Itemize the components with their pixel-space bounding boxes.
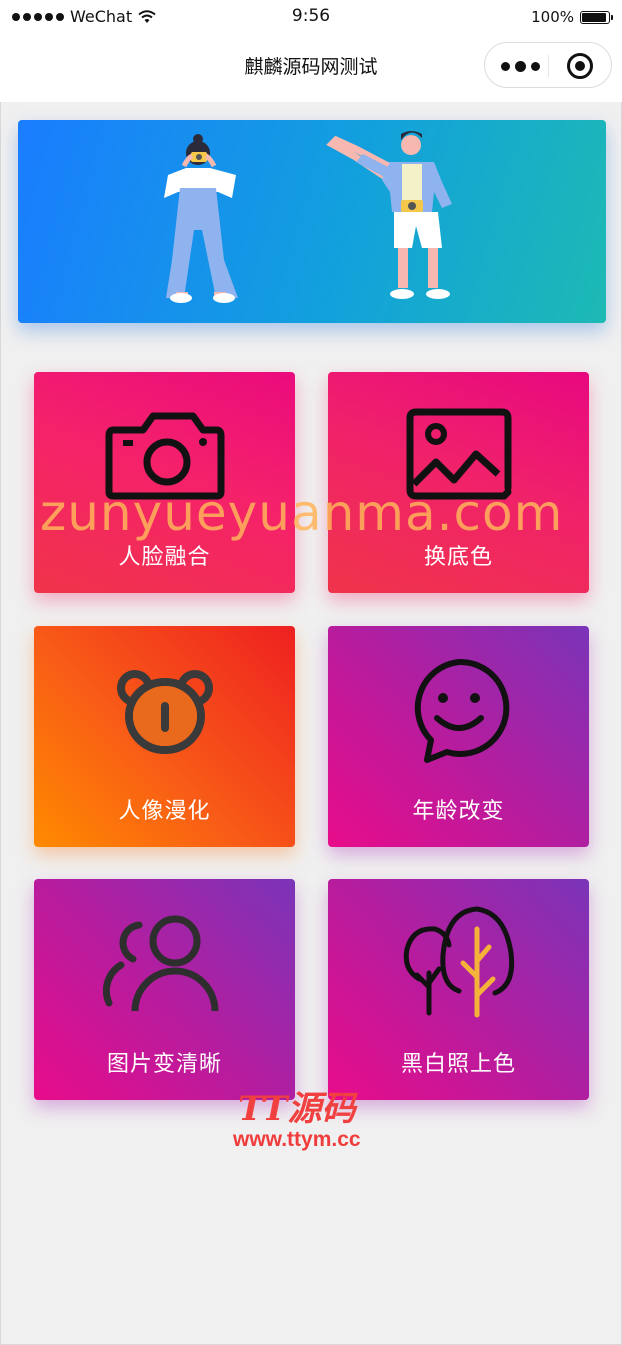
- feature-label: 换底色: [423, 545, 493, 570]
- feature-card-portrait-cartoon[interactable]: 人像漫化: [34, 626, 295, 847]
- navigation-bar: 麒麟源码网测试: [0, 32, 622, 102]
- banner-illustration: [164, 131, 452, 303]
- capsule-divider: [548, 55, 549, 77]
- feature-label: 年龄改变: [412, 799, 505, 824]
- close-mini-program-icon[interactable]: [567, 53, 593, 79]
- feature-label: 黑白照上色: [400, 1052, 516, 1077]
- mini-program-capsule: [484, 42, 612, 88]
- banner[interactable]: [18, 120, 606, 323]
- feature-label: 图片变清晰: [106, 1052, 222, 1077]
- watermark-overlay: zunyueyuanma.com: [40, 484, 564, 542]
- watermark-logo-url: www.ttym.cc: [233, 1128, 361, 1151]
- more-options-icon[interactable]: [501, 59, 549, 73]
- feature-card-change-background[interactable]: 换底色: [328, 372, 589, 593]
- battery-percent: 100%: [531, 8, 574, 26]
- girl-figure: [164, 134, 238, 303]
- bear-face-icon: [116, 670, 213, 754]
- users-icon: [102, 915, 218, 1012]
- trees-icon: [403, 906, 514, 1018]
- feature-card-face-merge[interactable]: 人脸融合: [34, 372, 295, 593]
- feature-card-colorize-photo[interactable]: 黑白照上色: [328, 879, 589, 1100]
- feature-label: 人像漫化: [118, 799, 211, 824]
- battery-icon: [580, 10, 613, 24]
- smiley-chat-icon: [414, 658, 509, 763]
- feature-card-age-change[interactable]: 年龄改变: [328, 626, 589, 847]
- feature-card-enhance-image[interactable]: 图片变清晰: [34, 879, 295, 1100]
- watermark-logo-text: TT源码: [238, 1089, 356, 1129]
- feature-label: 人脸融合: [118, 545, 211, 570]
- clock: 9:56: [291, 6, 331, 26]
- status-bar: WeChat 9:56 100%: [0, 0, 622, 32]
- boy-figure: [326, 131, 452, 299]
- watermark-logo: TT源码 www.ttym.cc: [233, 1090, 361, 1152]
- battery-status: 100%: [531, 8, 613, 26]
